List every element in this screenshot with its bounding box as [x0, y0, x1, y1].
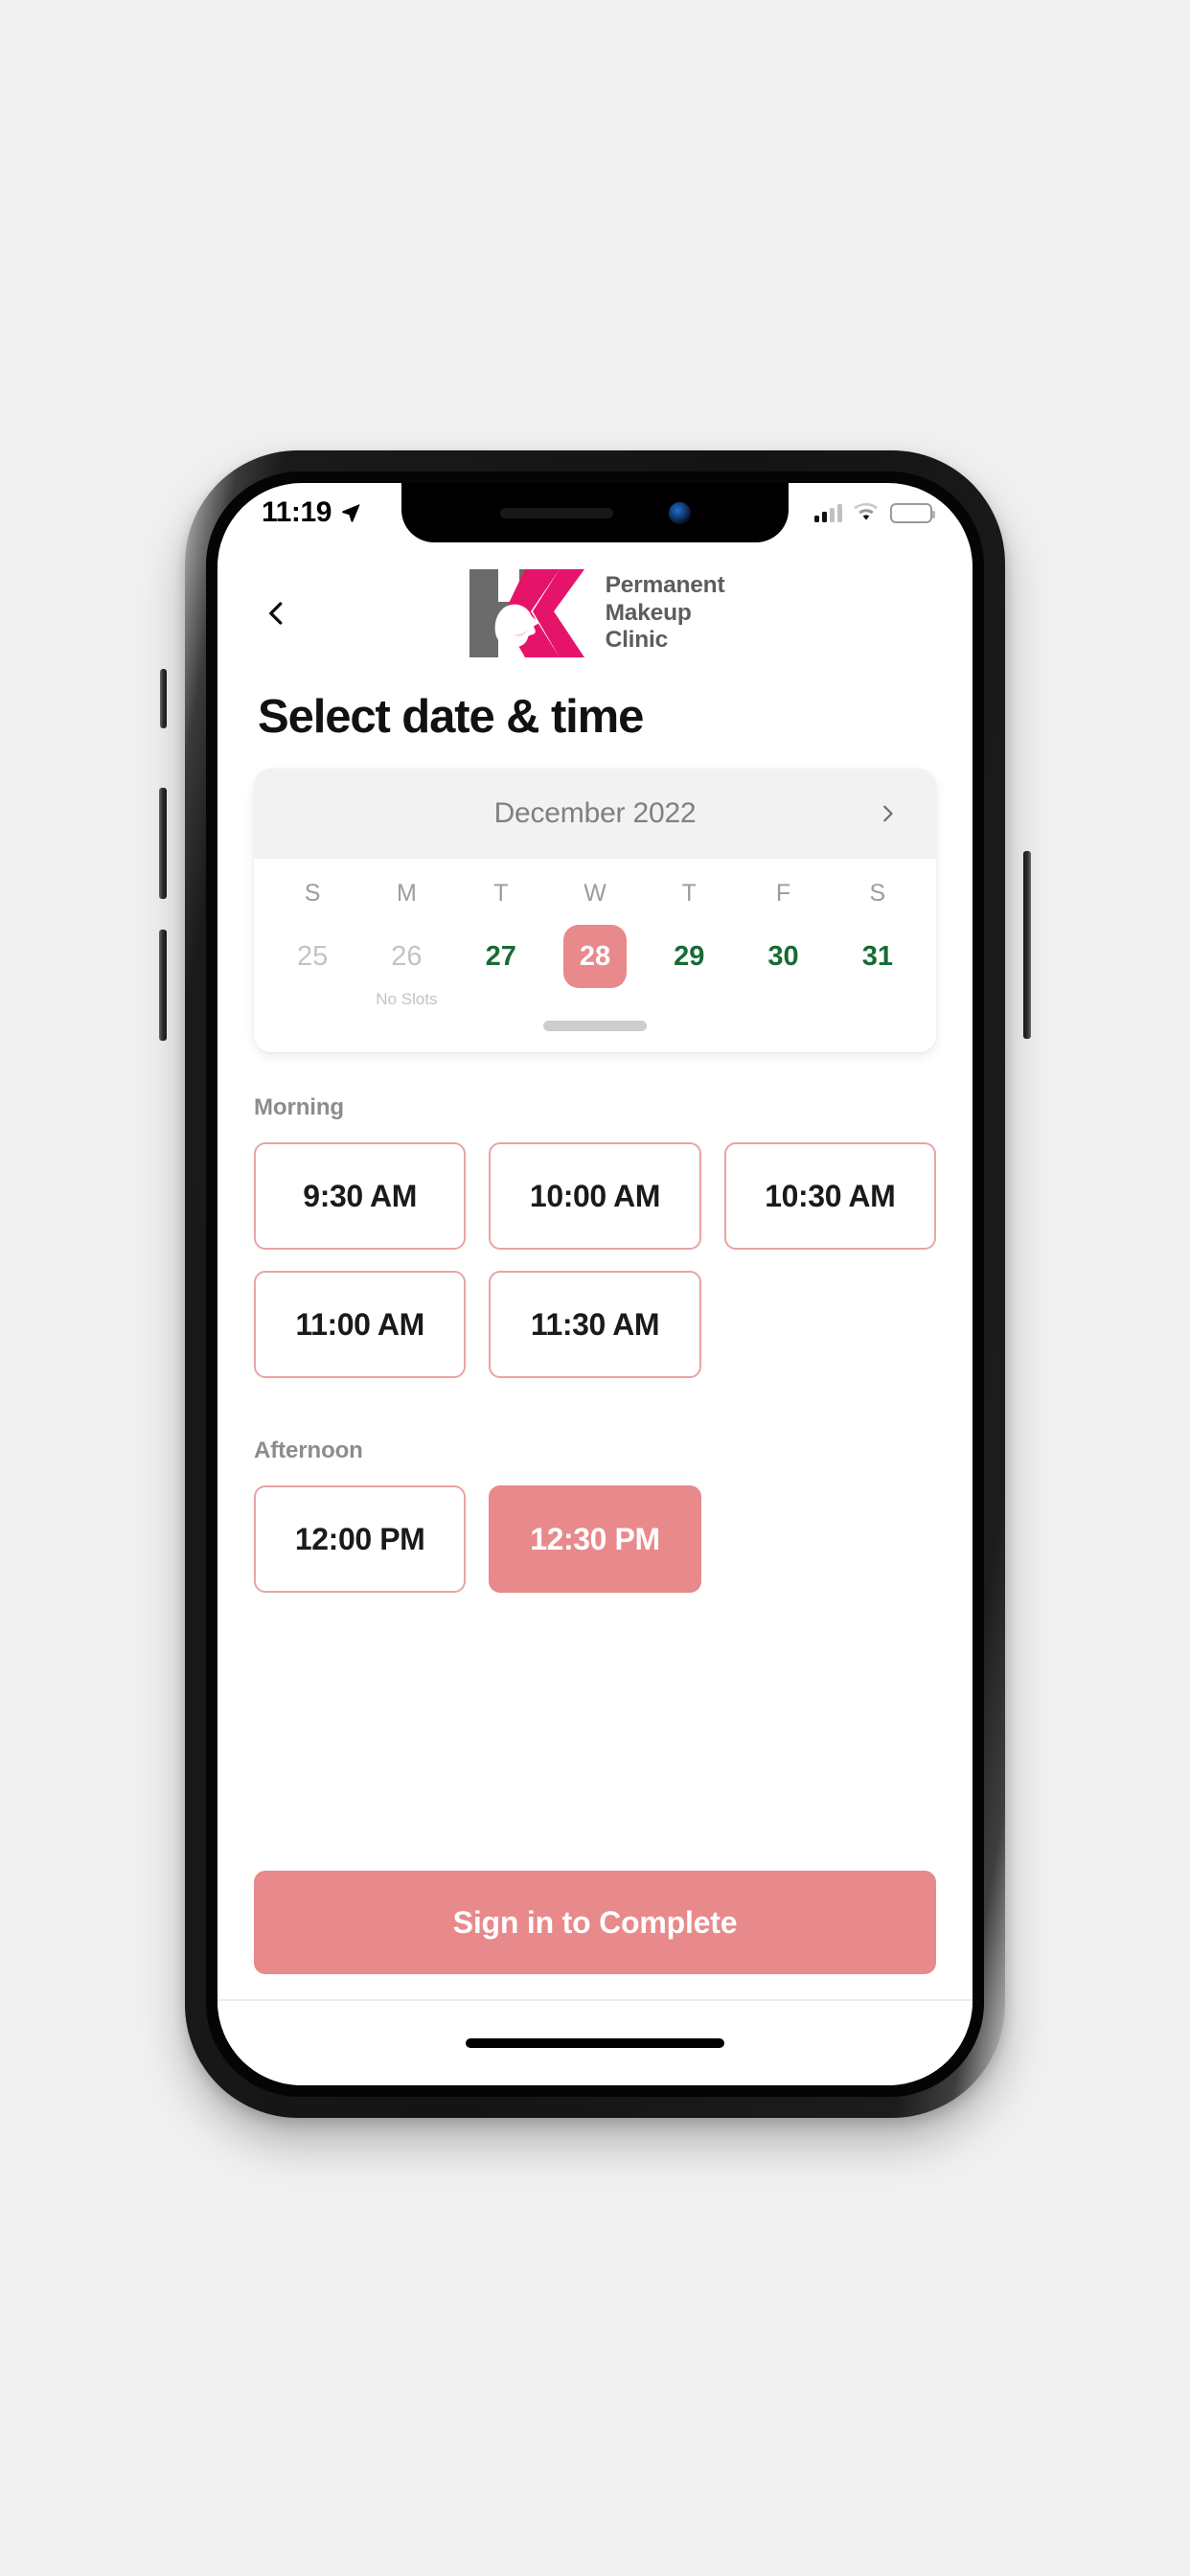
phone-bezel: 11:19 Permanent Makeup Clinic Select dat… [206, 472, 984, 2097]
calendar-day-cell[interactable]: 29 [642, 919, 736, 1019]
morning-slot-group: Morning 9:30 AM 10:00 AM 10:30 AM 11:00 … [254, 1094, 936, 1378]
calendar-scroll-indicator[interactable] [543, 1021, 647, 1031]
home-indicator[interactable] [466, 2038, 724, 2048]
volume-down-button[interactable] [159, 930, 167, 1041]
wifi-icon [854, 503, 878, 520]
day-header: T [493, 880, 509, 907]
location-arrow-icon [342, 504, 360, 522]
device-notch [401, 483, 789, 542]
calendar-day-number: 31 [861, 940, 893, 972]
time-slot-selected[interactable]: 12:30 PM [489, 1485, 701, 1593]
calendar-day-headers: S M T W T F S [254, 859, 936, 908]
calendar-day-cell-selected[interactable]: 28 [548, 919, 642, 1019]
cta-container: Sign in to Complete [217, 1871, 973, 1999]
calendar-day-number: 28 [562, 925, 627, 988]
chevron-right-icon [883, 805, 893, 822]
calendar-day-cell[interactable]: 26 No Slots [359, 919, 453, 1019]
screenshot-canvas: 11:19 Permanent Makeup Clinic Select dat… [0, 0, 1190, 2576]
status-bar-left: 11:19 [262, 496, 361, 529]
day-header: S [869, 880, 886, 907]
calendar-month-label: December 2022 [493, 797, 697, 829]
calendar-day-number: 30 [767, 940, 799, 972]
afternoon-label: Afternoon [254, 1438, 363, 1463]
front-camera [668, 501, 691, 524]
calendar-day-number: 27 [485, 940, 516, 972]
sign-in-to-complete-button[interactable]: Sign in to Complete [254, 1871, 936, 1974]
time-slot[interactable]: 10:00 AM [489, 1142, 701, 1250]
time-slot[interactable]: 10:30 AM [723, 1142, 936, 1250]
calendar-card: December 2022 S M T W T F S 25 26 No Slo… [254, 769, 936, 1052]
calendar-next-month-button[interactable] [865, 792, 909, 836]
volume-up-button[interactable] [159, 788, 167, 899]
time-slot[interactable]: 12:00 PM [254, 1485, 467, 1593]
app-header: Permanent Makeup Clinic [217, 542, 973, 673]
calendar-day-cell[interactable]: 30 [736, 919, 830, 1019]
time-slot[interactable]: 11:00 AM [254, 1271, 467, 1378]
time-slot[interactable]: 11:30 AM [489, 1271, 701, 1378]
morning-label: Morning [254, 1094, 344, 1120]
afternoon-slot-grid: 12:00 PM 12:30 PM [254, 1485, 936, 1593]
morning-slot-grid: 9:30 AM 10:00 AM 10:30 AM 11:00 AM 11:30… [254, 1142, 936, 1378]
calendar-day-number: 29 [674, 940, 705, 972]
calendar-scroll-indicator-wrap [254, 1019, 936, 1052]
brand-line-2: Makeup [605, 599, 692, 626]
earpiece-speaker [499, 507, 613, 518]
afternoon-slot-group: Afternoon 12:00 PM 12:30 PM [254, 1438, 936, 1593]
cellular-bars-icon [814, 503, 842, 522]
status-bar-time: 11:19 [262, 496, 332, 528]
phone-screen: 11:19 Permanent Makeup Clinic Select dat… [217, 483, 973, 2085]
back-button[interactable] [250, 586, 304, 640]
day-header: S [304, 880, 321, 907]
calendar-day-cell[interactable]: 27 [454, 919, 548, 1019]
time-slot[interactable]: 9:30 AM [254, 1142, 467, 1250]
brand-logo: Permanent Makeup Clinic [304, 564, 886, 663]
power-button[interactable] [1023, 851, 1031, 1039]
phone-device-frame: 11:19 Permanent Makeup Clinic Select dat… [159, 450, 1031, 2118]
calendar-date-row: 25 26 No Slots 27 28 29 30 31 [254, 908, 936, 1019]
brand-logo-text: Permanent Makeup Clinic [606, 572, 725, 656]
calendar-day-number: 26 [391, 940, 423, 972]
day-header: F [775, 880, 791, 907]
day-header: M [397, 880, 417, 907]
chevron-left-icon [269, 602, 283, 625]
day-header: T [681, 880, 697, 907]
battery-icon [890, 502, 935, 523]
calendar-month-header[interactable]: December 2022 [254, 769, 936, 859]
app-content: Permanent Makeup Clinic Select date & ti… [217, 542, 973, 2085]
brand-line-1: Permanent [605, 571, 725, 598]
hk-monogram-logo [469, 569, 584, 657]
home-indicator-area [217, 2001, 973, 2085]
calendar-day-number: 25 [297, 940, 329, 972]
calendar-day-note: No Slots [376, 990, 438, 1008]
mute-switch-button[interactable] [160, 669, 167, 728]
day-header: W [584, 880, 606, 907]
calendar-day-cell[interactable]: 31 [831, 919, 925, 1019]
page-title: Select date & time [258, 691, 644, 743]
brand-line-3: Clinic [605, 627, 669, 654]
status-bar-right [814, 502, 935, 523]
calendar-day-cell[interactable]: 25 [265, 919, 359, 1019]
time-slots-area: Morning 9:30 AM 10:00 AM 10:30 AM 11:00 … [217, 1052, 973, 1871]
